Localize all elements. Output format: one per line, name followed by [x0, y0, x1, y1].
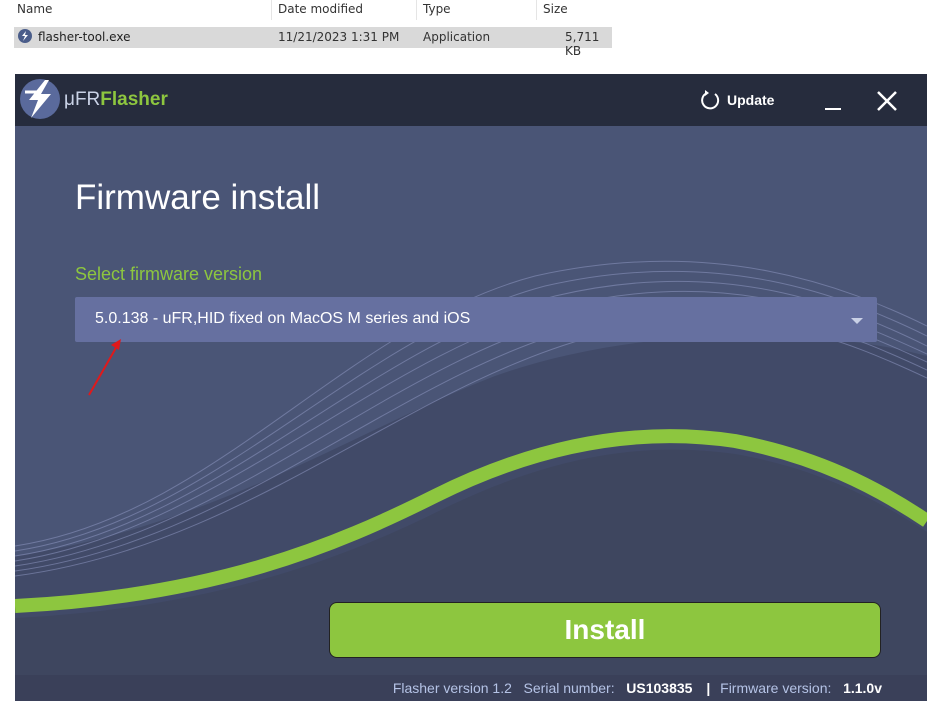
firmware-version-status-label: Firmware version: [720, 680, 832, 696]
file-name: flasher-tool.exe [38, 30, 131, 44]
page-title: Firmware install [75, 178, 321, 217]
brand-accent: Flasher [100, 89, 168, 110]
app-file-icon [18, 29, 32, 43]
firmware-version-status-value: 1.1.0v [843, 680, 882, 696]
flasher-version: Flasher version 1.2 [392, 680, 512, 696]
refresh-icon [701, 90, 720, 110]
firmware-version-label: Select firmware version [75, 264, 263, 284]
firmware-version-dropdown[interactable]: 5.0.138 - uFR,HID fixed on MacOS M serie… [75, 297, 877, 342]
title-bar: μFRFlasher Update [15, 74, 927, 126]
install-button[interactable]: Install [329, 602, 881, 658]
status-text: Flasher version 1.2 Serial number: US103… [393, 680, 882, 696]
file-date-modified: 11/21/2023 1:31 PM [278, 30, 400, 44]
chevron-down-icon [851, 318, 863, 324]
file-size: 5,711 KB [565, 30, 600, 58]
column-header-date-modified[interactable]: Date modified [278, 2, 363, 16]
column-divider[interactable] [271, 0, 272, 20]
brand-prefix: μFR [64, 89, 101, 110]
update-button[interactable]: Update [701, 88, 774, 112]
flasher-logo-icon [20, 79, 60, 119]
file-type: Application [423, 30, 491, 44]
column-header-name[interactable]: Name [17, 2, 52, 16]
close-icon[interactable] [875, 89, 899, 113]
column-header-row: Name Date modified Type Size [0, 0, 620, 20]
column-header-type[interactable]: Type [423, 2, 451, 16]
column-divider[interactable] [416, 0, 417, 20]
status-separator: | [706, 680, 711, 696]
update-label: Update [727, 92, 775, 108]
flasher-window: μFRFlasher Update Firmware install Selec… [15, 74, 927, 701]
file-row[interactable]: flasher-tool.exe 11/21/2023 1:31 PM Appl… [14, 27, 612, 58]
minimize-button[interactable] [825, 108, 841, 110]
firmware-version-value: 5.0.138 - uFR,HID fixed on MacOS M serie… [95, 310, 471, 327]
column-divider[interactable] [536, 0, 537, 20]
serial-number-label: Serial number: [523, 680, 615, 696]
app-brand: μFRFlasher [64, 89, 168, 111]
status-bar: Flasher version 1.2 Serial number: US103… [15, 675, 927, 701]
file-explorer-list: Name Date modified Type Size flasher-too… [0, 0, 620, 58]
serial-number-value: US103835 [626, 680, 693, 696]
column-header-size[interactable]: Size [543, 2, 568, 16]
